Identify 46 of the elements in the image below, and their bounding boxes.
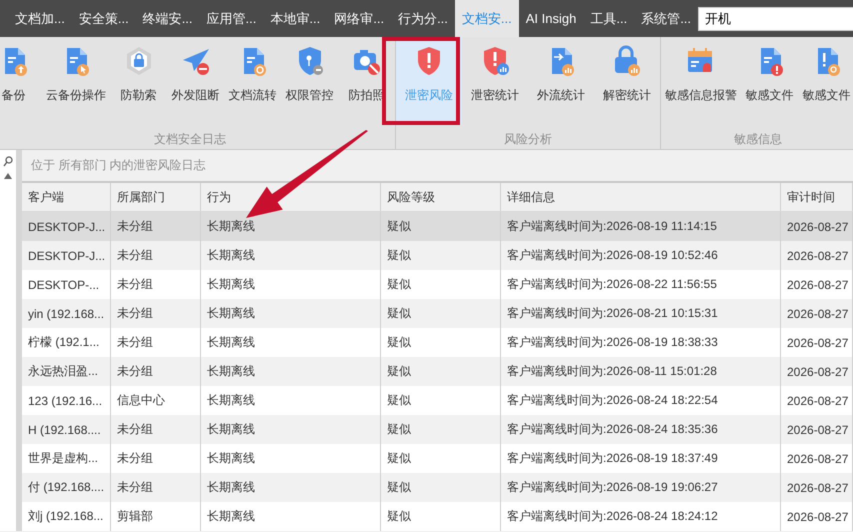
- menu-tab[interactable]: 行为分...: [391, 0, 455, 37]
- padlock-chart-icon: [612, 45, 642, 77]
- table-cell: 长期离线: [201, 502, 381, 531]
- table-row[interactable]: 柠檬 (192.1... 未分组 长期离线 疑似 客户端离线时间为:2026-08-19 18:38:33 2026-08-27: [22, 328, 853, 357]
- ribbon-button[interactable]: 备份: [0, 37, 42, 125]
- menu-tab[interactable]: 系统管...: [634, 0, 698, 37]
- menu-tab[interactable]: 应用管...: [200, 0, 264, 37]
- ribbon-button[interactable]: 外流统计: [528, 37, 594, 125]
- table-row[interactable]: 刘j (192.168... 剪辑部 长期离线 疑似 客户端离线时间为:2026-08-24 18:24:12 2026-08-27: [22, 502, 853, 531]
- group-title: 文档安全日志: [153, 131, 227, 148]
- group-title: 敏感信息: [733, 131, 783, 148]
- column-header[interactable]: 详细信息: [501, 183, 781, 211]
- ribbon-button[interactable]: 敏感文件: [798, 37, 853, 125]
- ribbon-button[interactable]: 敏感信息报警: [661, 37, 741, 125]
- table-cell: 剪辑部: [111, 502, 201, 531]
- menu-tab[interactable]: 终端安...: [136, 0, 200, 37]
- column-header[interactable]: 风险等级: [381, 183, 501, 211]
- search-field[interactable]: 开机: [698, 7, 853, 31]
- table-row[interactable]: DESKTOP-J... 未分组 长期离线 疑似 客户端离线时间为:2026-08-19 11:14:15 2026-08-27: [22, 212, 853, 241]
- table-row[interactable]: DESKTOP-... 未分组 长期离线 疑似 客户端离线时间为:2026-08-22 11:56:55 2026-08-27: [22, 270, 853, 299]
- table-cell: 刘j (192.168...: [22, 502, 111, 531]
- menu-tab[interactable]: 工具...: [583, 0, 634, 37]
- ribbon-button[interactable]: 云备份操作: [42, 37, 110, 125]
- ribbon-button[interactable]: 权限管控: [281, 37, 338, 125]
- menu-tab[interactable]: 网络审...: [327, 0, 392, 37]
- up-triangle-icon[interactable]: [4, 173, 12, 179]
- ribbon-button[interactable]: 泄密统计: [462, 37, 528, 125]
- ribbon-button[interactable]: 敏感文件: [741, 37, 798, 125]
- table-row[interactable]: 123 (192.16... 信息中心 长期离线 疑似 客户端离线时间为:2026-08-24 18:22:54 2026-08-27: [22, 386, 853, 415]
- table-cell: 2026-08-27: [781, 502, 853, 531]
- ribbon-button[interactable]: 防勒索: [110, 37, 167, 125]
- menu-tab[interactable]: 本地审...: [263, 0, 328, 37]
- ribbon-button[interactable]: 解密统计: [594, 37, 660, 125]
- ribbon-button[interactable]: 文档流转: [224, 37, 281, 125]
- column-header[interactable]: 所属部门: [111, 183, 201, 211]
- table-cell: 客户端离线时间为:2026-08-24 18:24:12: [501, 502, 781, 531]
- column-header[interactable]: 客户端: [22, 183, 111, 211]
- group-title: 风险分析: [503, 131, 553, 148]
- table-row[interactable]: 世界是虚构... 未分组 长期离线 疑似 客户端离线时间为:2026-08-19 18:37:49 2026-08-27: [22, 444, 853, 473]
- menu-tab[interactable]: AI Insigh: [518, 0, 584, 37]
- menu-tab[interactable]: 安全策...: [72, 0, 136, 37]
- column-header[interactable]: 审计时间: [781, 183, 853, 211]
- table-cell: 疑似: [381, 502, 501, 531]
- ribbon-button[interactable]: 外发阻断: [167, 37, 224, 125]
- menu-tab[interactable]: 文档加...: [8, 0, 72, 37]
- search-icon[interactable]: [3, 156, 13, 167]
